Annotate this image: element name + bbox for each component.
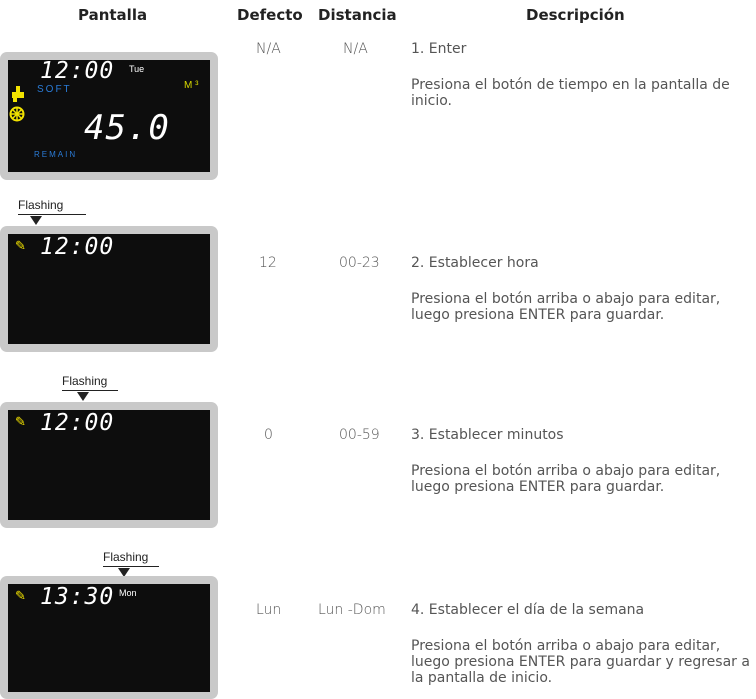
header-range: Distancia: [318, 6, 397, 24]
lcd-unit: M ³: [184, 80, 199, 91]
flashing-underline: [103, 566, 159, 567]
pointer-triangle: [30, 216, 42, 225]
lcd-status: REMAIN: [34, 150, 78, 159]
range-value: 00-23: [339, 255, 380, 271]
lcd-time: 12:00: [40, 58, 115, 84]
lcd-screen-minutes: ✎ 12:00: [8, 410, 210, 520]
flashing-label: Flashing: [62, 374, 108, 388]
step-title: 3. Establecer minutos: [411, 427, 564, 443]
lcd-screen-hour: ✎ 12:00: [8, 234, 210, 344]
flashing-label: Flashing: [18, 198, 64, 212]
lcd-day: Mon: [119, 588, 137, 598]
step-detail: Presiona el botón de tiempo en la pantal…: [411, 77, 730, 109]
flashing-underline: [18, 214, 86, 215]
description-cell: 2. Establecer hora Presiona el botón arr…: [411, 255, 751, 323]
lcd-time: 12:00: [40, 234, 115, 260]
step-detail: Presiona el botón arriba o abajo para ed…: [411, 463, 721, 495]
lcd-screen-day: ✎ 13:30 Mon: [8, 584, 210, 692]
flashing-label: Flashing: [103, 550, 149, 564]
range-value: N/A: [343, 41, 368, 57]
salt-icon: [9, 106, 25, 122]
pencil-icon: ✎: [15, 238, 26, 253]
range-value: Lun -Dom: [318, 602, 386, 618]
default-value: Lun: [256, 602, 282, 618]
step-detail: Presiona el botón arriba o abajo para ed…: [411, 638, 750, 686]
step-title: 1. Enter: [411, 41, 467, 57]
header-default: Defecto: [237, 6, 303, 24]
flashing-underline: [62, 390, 118, 391]
description-cell: 3. Establecer minutos Presiona el botón …: [411, 427, 751, 495]
lcd-value: 45.0: [84, 108, 170, 148]
range-value: 00-59: [339, 427, 380, 443]
lcd-day: Tue: [129, 64, 145, 74]
lcd-mode: SOFT: [37, 84, 72, 95]
header-display: Pantalla: [78, 6, 148, 24]
pointer-triangle: [77, 392, 89, 401]
default-value: N/A: [256, 41, 281, 57]
lcd-time: 12:00: [40, 410, 115, 436]
default-value: 0: [264, 427, 273, 443]
pencil-icon: ✎: [15, 414, 26, 429]
header-description: Descripción: [526, 6, 625, 24]
description-cell: 1. Enter Presiona el botón de tiempo en …: [411, 41, 751, 109]
description-cell: 4. Establecer el día de la semana Presio…: [411, 602, 751, 686]
step-title: 2. Establecer hora: [411, 255, 539, 271]
step-detail: Presiona el botón arriba o abajo para ed…: [411, 291, 721, 323]
default-value: 12: [259, 255, 277, 271]
lcd-time: 13:30: [40, 584, 115, 610]
pencil-icon: ✎: [15, 588, 26, 603]
step-title: 4. Establecer el día de la semana: [411, 602, 645, 618]
lcd-screen-home: 12:00 Tue SOFT M ³ 45.0 REMAIN: [8, 58, 210, 172]
